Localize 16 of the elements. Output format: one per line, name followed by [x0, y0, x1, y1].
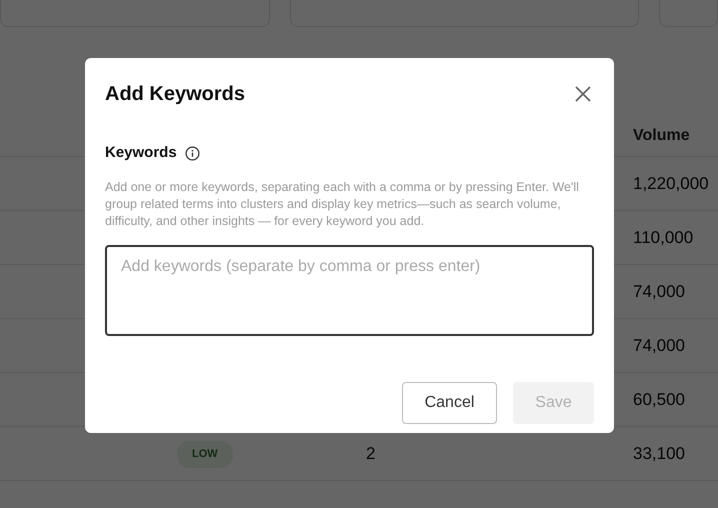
volume-cell: 60,500 [633, 390, 685, 409]
difficulty-tag: LOW [177, 441, 233, 468]
volume-cell: 74,000 [633, 336, 685, 355]
field-label: Keywords [105, 143, 177, 163]
help-text: Add one or more keywords, separating each with a comma or by pressing Enter. We'll group related terms into clusters and display key metrics—such as search volume, difficulty, and other insights — for every keyword you add. [105, 178, 580, 230]
info-icon [184, 146, 200, 161]
dialog-title: Add Keywords [105, 82, 246, 106]
volume-cell: 33,100 [633, 444, 685, 463]
close-icon [574, 85, 592, 103]
column-header: Volume [633, 126, 690, 144]
keywords-input[interactable]: Add keywords (separate by comma or press enter) [105, 244, 594, 336]
cancel-button[interactable]: Cancel [402, 382, 497, 424]
table-cell: 2 [366, 444, 376, 463]
volume-cell: 110,000 [633, 228, 694, 247]
volume-cell: 74,000 [633, 282, 685, 301]
volume-cell: 1,220,000 [633, 174, 709, 193]
